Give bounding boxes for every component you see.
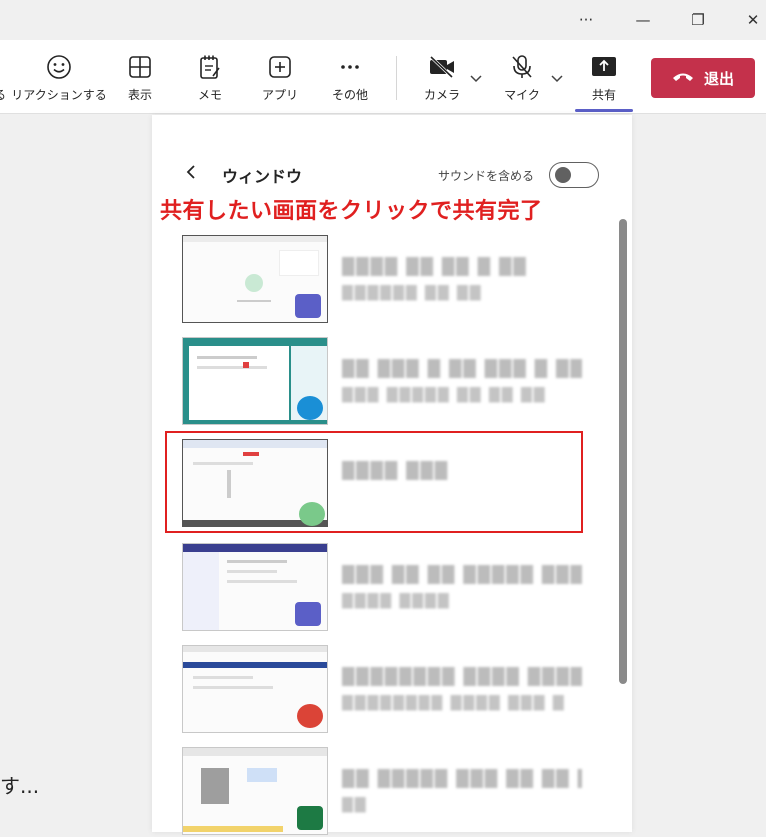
grid-icon <box>128 52 152 82</box>
selection-highlight <box>165 431 583 533</box>
more-icon <box>338 52 362 82</box>
chevron-left-icon <box>184 164 198 184</box>
restore-button[interactable]: ❐ <box>675 0 721 40</box>
window-thumbnail <box>182 543 328 631</box>
window-thumbnail <box>182 337 328 425</box>
back-button[interactable] <box>178 161 204 187</box>
list-item[interactable]: ███ ██ ██ █████ ███ █ ████ ████ <box>182 543 582 633</box>
share-button[interactable]: 共有 <box>580 40 628 114</box>
window-title: ████ ██ ██ █ ██ <box>342 257 528 276</box>
notes-button[interactable]: メモ <box>186 40 234 114</box>
leave-label: 退出 <box>703 69 734 88</box>
view-button[interactable]: 表示 <box>116 40 164 114</box>
react-button[interactable]: リアクションする <box>11 40 107 114</box>
notes-icon <box>198 52 222 82</box>
list-item[interactable]: ██ ███ █ ██ ███ █ ██ ███ █████ ██ ██ ██ <box>182 337 582 427</box>
mic-off-icon <box>509 52 535 82</box>
title-bar: ··· — ❐ ✕ <box>0 0 766 40</box>
mic-button[interactable]: マイク <box>498 40 546 114</box>
window-thumbnail <box>182 235 328 323</box>
add-app-icon <box>268 52 292 82</box>
window-title: ██ █████ ███ ██ ██ ███ <box>342 769 582 788</box>
window-subtitle: ████ ████ <box>342 593 451 609</box>
minimize-button[interactable]: — <box>620 0 666 40</box>
include-sound-toggle[interactable] <box>549 162 599 188</box>
share-active-indicator <box>575 109 633 112</box>
window-title: ████████ ████ █████ <box>342 667 582 686</box>
window-thumbnail <box>182 645 328 733</box>
list-item[interactable]: ████ ██ ██ █ ██ ██████ ██ ██ <box>182 235 582 325</box>
teams-icon <box>295 602 321 626</box>
window-subtitle: ██ <box>342 797 368 813</box>
more-options-button[interactable]: ··· <box>563 0 609 40</box>
window-thumbnail <box>182 747 328 835</box>
window-title: ██ ███ █ ██ ███ █ ██ <box>342 359 582 378</box>
list-item[interactable]: ██ █████ ███ ██ ██ ███ ██ <box>182 747 582 837</box>
smiley-icon <box>46 52 72 82</box>
share-icon <box>591 52 617 82</box>
window-title: ███ ██ ██ █████ ███ █ <box>342 565 582 584</box>
chrome-icon <box>297 704 323 728</box>
toggle-knob <box>555 167 571 183</box>
leave-button[interactable]: 退出 <box>651 58 755 98</box>
stage-partial-text: す... <box>0 774 40 798</box>
window-subtitle: ███ █████ ██ ██ ██ <box>342 387 547 403</box>
camera-options-chevron-icon[interactable] <box>468 70 484 86</box>
meeting-toolbar: る リアクションする 表示 メモ アプリ その他 カメラ <box>0 40 766 114</box>
edge-icon <box>297 396 323 420</box>
instruction-annotation: 共有したい画面をクリックで共有完了 <box>160 199 543 224</box>
window-subtitle: ████████ ████ ███ █ <box>342 695 566 711</box>
more-button[interactable]: その他 <box>322 40 378 114</box>
mic-options-chevron-icon[interactable] <box>549 70 565 86</box>
window-subtitle: ██████ ██ ██ <box>342 285 483 301</box>
teams-icon <box>295 294 321 318</box>
phone-hangup-icon <box>672 69 694 87</box>
include-sound-label: サウンドを含める <box>438 169 535 183</box>
panel-title: ウィンドウ <box>222 167 303 186</box>
close-button[interactable]: ✕ <box>730 0 766 40</box>
apps-button[interactable]: アプリ <box>256 40 304 114</box>
share-window-panel: ウィンドウ サウンドを含める 共有したい画面をクリックで共有完了 ████ ██… <box>152 115 632 835</box>
camera-button[interactable]: カメラ <box>418 40 466 114</box>
window-list-scrollbar[interactable] <box>619 219 627 684</box>
toolbar-divider <box>396 56 397 100</box>
camera-off-icon <box>428 52 456 82</box>
panel-header: ウィンドウ サウンドを含める <box>152 157 632 191</box>
list-item[interactable]: ████████ ████ █████ ████████ ████ ███ █ <box>182 645 582 735</box>
toolbar-item-partial[interactable]: る <box>0 40 8 114</box>
excel-icon <box>297 806 323 830</box>
